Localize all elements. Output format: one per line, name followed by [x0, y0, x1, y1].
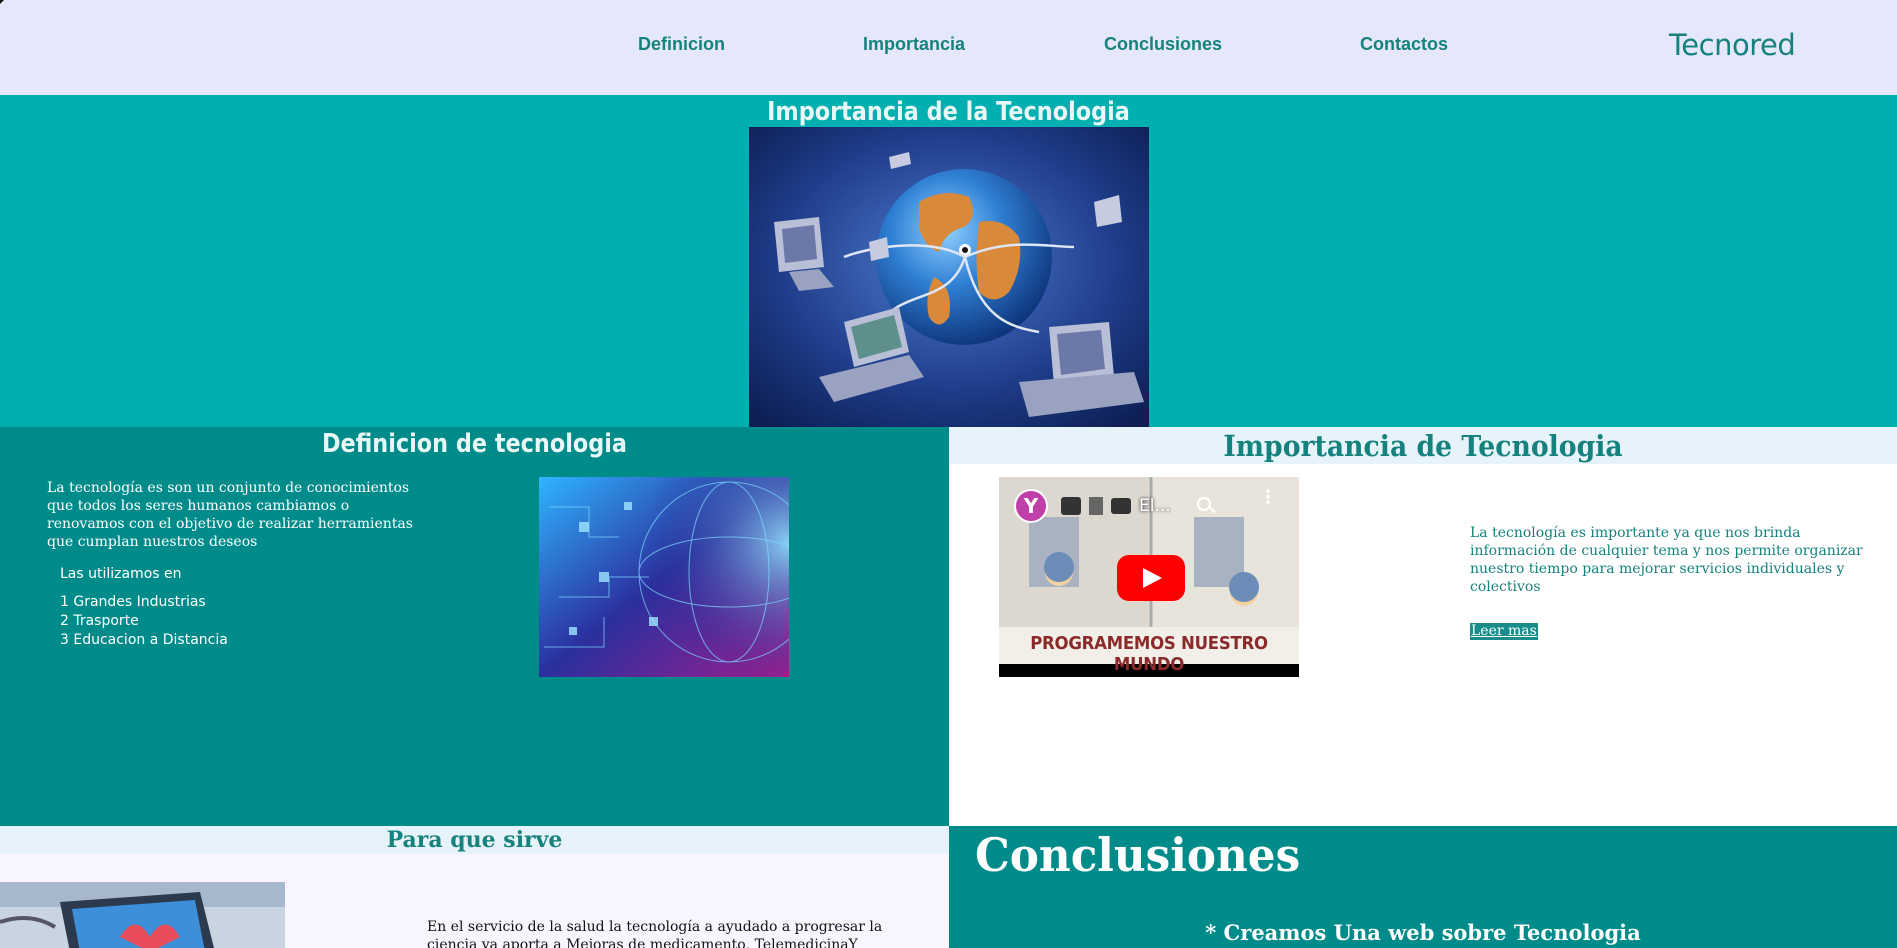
play-button[interactable]	[1117, 555, 1185, 601]
phone-icon	[1089, 497, 1103, 515]
list-item: 1 Grandes Industrias	[60, 594, 206, 610]
hero-title: Importancia de la Tecnologia	[767, 97, 1130, 127]
globe-network-image	[749, 127, 1149, 427]
purpose-title: Para que sirve	[386, 827, 563, 853]
nav-link-contactos[interactable]: Contactos	[1360, 34, 1448, 55]
definition-text: La tecnología es son un conjunto de cono…	[47, 480, 413, 550]
video-banner-text: PROGRAMEMOS NUESTRO MUNDO	[1030, 633, 1268, 675]
conclusions-section: Conclusiones * Creamos Una web sobre Tec…	[949, 826, 1897, 948]
save-icon[interactable]	[1061, 497, 1081, 515]
conclusion-item: * Creamos Una web sobre Tecnologia	[1205, 920, 1641, 945]
digital-globe-image	[539, 477, 789, 677]
youtube-video-embed[interactable]: Y El... ⋮ PROGRAMEMOS NUESTRO MUNDO	[999, 477, 1299, 677]
importance-section: Importancia de Tecnologia Y El... ⋮ PROG…	[949, 427, 1897, 826]
medical-tech-image	[0, 882, 285, 948]
importance-text: La tecnología es importante ya que nos b…	[1470, 525, 1863, 595]
purpose-text: En el servicio de la salud la tecnología…	[427, 919, 883, 948]
nav-link-importancia[interactable]: Importancia	[863, 34, 965, 55]
definition-title: Definicion de tecnologia	[321, 429, 628, 459]
nav-link-definicion[interactable]: Definicion	[638, 34, 725, 55]
nav-link-conclusiones[interactable]: Conclusiones	[1104, 34, 1222, 55]
purpose-section: Para que sirve En el servicio de la salu…	[0, 826, 949, 948]
uses-intro: Las utilizamos en	[60, 566, 182, 582]
read-more-link[interactable]: Leer mas	[1470, 623, 1538, 640]
search-icon[interactable]	[1197, 497, 1211, 511]
video-title[interactable]: El...	[1139, 496, 1171, 516]
list-item: 3 Educacion a Distancia	[60, 632, 228, 648]
conclusions-title: Conclusiones	[975, 828, 1301, 882]
channel-avatar[interactable]: Y	[1014, 489, 1048, 523]
uses-list: Las utilizamos en 1 Grandes Industrias 2…	[60, 565, 228, 650]
list-item: 2 Trasporte	[60, 613, 139, 629]
hero-section: Importancia de la Tecnologia	[0, 95, 1897, 427]
corner-mark	[0, 0, 4, 4]
top-navbar: Definicion Importancia Conclusiones Cont…	[0, 0, 1897, 95]
importance-title: Importancia de Tecnologia	[1223, 429, 1623, 463]
play-icon	[1143, 568, 1162, 588]
camera-icon	[1111, 498, 1131, 514]
brand-logo-text[interactable]: Tecnored	[1669, 28, 1796, 62]
definition-section: Definicion de tecnologia La tecnología e…	[0, 427, 949, 826]
more-options-icon[interactable]: ⋮	[1259, 489, 1277, 507]
